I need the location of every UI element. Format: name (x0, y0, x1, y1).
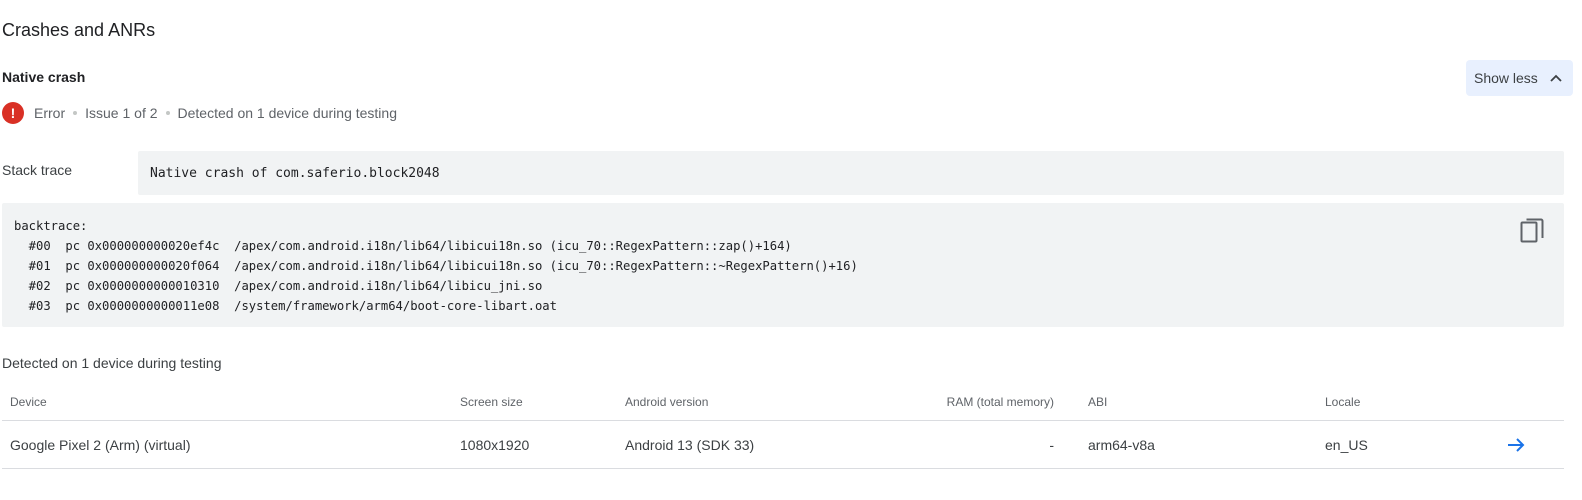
column-header-android-version: Android version (625, 394, 709, 409)
android-version: Android 13 (SDK 33) (625, 436, 755, 453)
separator-dot (165, 111, 170, 115)
column-header-abi: ABI (1088, 394, 1108, 409)
column-header-locale: Locale (1325, 394, 1361, 409)
screen-size: 1080x1920 (460, 436, 530, 453)
detected-devices-label: Detected on 1 device during testing (2, 355, 222, 371)
column-header-ram: RAM (total memory) (946, 394, 1054, 409)
show-less-label: Show less (1474, 70, 1538, 86)
column-header-device: Device (10, 394, 47, 409)
column-header-screen-size: Screen size (460, 394, 523, 409)
show-less-button[interactable]: Show less (1466, 60, 1573, 96)
device-name: Google Pixel 2 (Arm) (virtual) (10, 436, 191, 453)
arrow-right-icon (1508, 437, 1525, 452)
chevron-up-icon (1550, 74, 1562, 82)
abi: arm64-v8a (1088, 436, 1155, 453)
backtrace-text: backtrace: #00 pc 0x000000000020ef4c /ap… (14, 219, 858, 313)
error-icon: ! (2, 102, 24, 124)
separator-dot (73, 111, 78, 115)
devices-table: Device Screen size Android version RAM (… (2, 383, 1564, 469)
locale: en_US (1325, 436, 1368, 453)
row-open-button[interactable] (1504, 421, 1528, 468)
detected-summary: Detected on 1 device during testing (177, 105, 397, 121)
backtrace-box: backtrace: #00 pc 0x000000000020ef4c /ap… (2, 203, 1564, 327)
stack-trace-summary: Native crash of com.saferio.block2048 (138, 151, 1564, 195)
copy-icon[interactable] (1520, 217, 1546, 245)
issue-title: Native crash (2, 69, 86, 85)
issue-count: Issue 1 of 2 (85, 105, 158, 121)
severity-label: Error (34, 105, 66, 121)
ram: - (1049, 436, 1054, 453)
issue-status-row: ! Error Issue 1 of 2 Detected on 1 devic… (2, 102, 397, 124)
table-row[interactable]: Google Pixel 2 (Arm) (virtual) 1080x1920… (2, 421, 1564, 469)
table-header: Device Screen size Android version RAM (… (2, 383, 1564, 421)
section-title: Crashes and ANRs (2, 20, 156, 40)
stack-trace-label: Stack trace (2, 162, 73, 178)
